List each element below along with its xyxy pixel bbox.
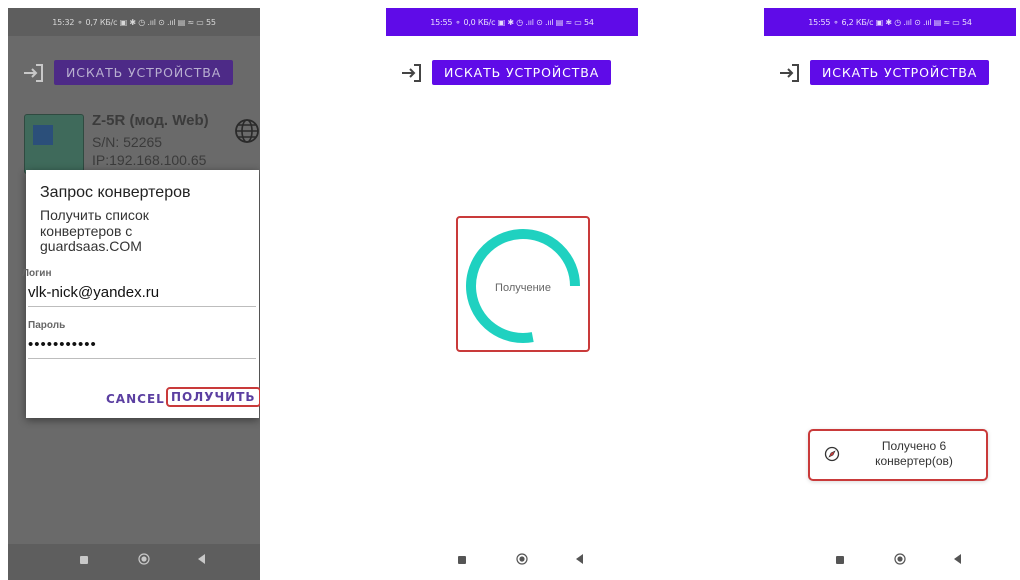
search-devices-button[interactable]: ИСКАТЬ УСТРОЙСТВА <box>432 60 612 85</box>
progress-dialog: Получение <box>456 216 590 352</box>
back-icon[interactable] <box>954 554 961 564</box>
converter-request-dialog: Запрос конвертеров Получить список конве… <box>22 170 260 418</box>
device-image <box>24 114 84 174</box>
login-label: Логин <box>22 268 52 279</box>
status-bar: 15:55 ⚬ 6,2 КБ/с ▣ ✱ ◷ .ııl ⊙ .ııl ▤ ≈ ▭… <box>764 8 1016 36</box>
nav-bar <box>764 544 1016 580</box>
login-arrow-icon[interactable] <box>22 61 46 85</box>
device-ip: IP:192.168.100.65 <box>92 152 207 168</box>
device-serial: S/N: 52265 <box>92 134 163 150</box>
toolbar: ИСКАТЬ УСТРОЙСТВА <box>22 60 234 85</box>
phone-screen-login-dialog: 15:32 ⚬ 0,7 КБ/с ▣ ✱ ◷ .ııl ⊙ .ııl ▤ ≈ ▭… <box>8 8 260 580</box>
password-field[interactable]: ••••••••••• <box>28 336 256 359</box>
globe-icon[interactable] <box>234 118 260 144</box>
device-name: Z-5R (мод. Web) <box>92 112 209 129</box>
status-bar: 15:32 ⚬ 0,7 КБ/с ▣ ✱ ◷ .ııl ⊙ .ııl ▤ ≈ ▭… <box>8 8 260 36</box>
dialog-message: Получить список конвертеров с guardsaas.… <box>40 207 149 254</box>
app-compass-icon <box>824 446 840 462</box>
nav-bar <box>386 544 638 580</box>
progress-label: Получение <box>495 282 551 294</box>
recent-apps-icon[interactable] <box>80 556 88 564</box>
recent-apps-icon[interactable] <box>458 556 466 564</box>
login-field[interactable]: vlk-nick@yandex.ru <box>28 284 256 307</box>
cancel-button[interactable]: CANCEL <box>106 392 165 406</box>
toast-message: Получено 6 конвертер(ов) <box>875 439 953 468</box>
login-arrow-icon[interactable] <box>778 61 802 85</box>
search-devices-button[interactable]: ИСКАТЬ УСТРОЙСТВА <box>54 60 234 85</box>
password-label: Пароль <box>28 320 66 331</box>
login-arrow-icon[interactable] <box>400 61 424 85</box>
phone-screen-progress: 15:55 ⚬ 0,0 КБ/с ▣ ✱ ◷ .ııl ⊙ .ııl ▤ ≈ ▭… <box>386 8 638 580</box>
back-icon[interactable] <box>198 554 205 564</box>
recent-apps-icon[interactable] <box>836 556 844 564</box>
get-button[interactable]: ПОЛУЧИТЬ <box>166 387 260 407</box>
nav-bar <box>8 544 260 580</box>
search-devices-button[interactable]: ИСКАТЬ УСТРОЙСТВА <box>810 60 990 85</box>
phone-screen-toast: 15:55 ⚬ 6,2 КБ/с ▣ ✱ ◷ .ııl ⊙ .ııl ▤ ≈ ▭… <box>764 8 1016 580</box>
toolbar: ИСКАТЬ УСТРОЙСТВА <box>778 60 990 85</box>
home-icon[interactable] <box>516 553 528 565</box>
result-toast: Получено 6 конвертер(ов) <box>808 429 988 481</box>
home-icon[interactable] <box>138 553 150 565</box>
home-icon[interactable] <box>894 553 906 565</box>
back-icon[interactable] <box>576 554 583 564</box>
status-bar: 15:55 ⚬ 0,0 КБ/с ▣ ✱ ◷ .ııl ⊙ .ııl ▤ ≈ ▭… <box>386 8 638 36</box>
toolbar: ИСКАТЬ УСТРОЙСТВА <box>400 60 612 85</box>
dialog-title: Запрос конвертеров <box>40 184 191 201</box>
